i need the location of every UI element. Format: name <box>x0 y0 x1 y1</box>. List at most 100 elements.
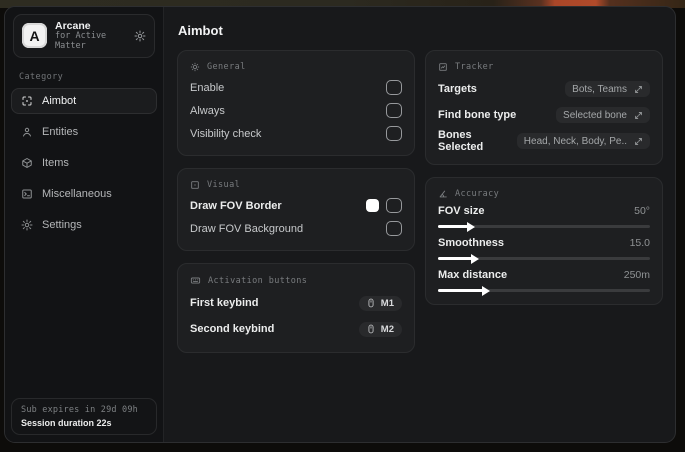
setting-row-draw-fov-border: Draw FOV Border <box>190 194 402 217</box>
smoothness-slider[interactable] <box>438 253 650 264</box>
visual-card: Visual Draw FOV Border Draw FOV Backgrou… <box>177 168 415 251</box>
slider-fill <box>438 221 475 232</box>
gear-icon <box>21 219 33 231</box>
keybind-value: M1 <box>380 297 394 309</box>
targets-select[interactable]: Bots, Teams <box>565 81 650 97</box>
brand-text: Arcane for Active Matter <box>55 20 126 52</box>
slider-value: 15.0 <box>629 237 650 249</box>
slider-thumb[interactable] <box>481 285 490 296</box>
mouse-icon <box>366 298 376 308</box>
list-icon <box>21 188 33 200</box>
sidebar-item-label: Items <box>42 156 69 169</box>
draw-fov-border-checkbox[interactable] <box>386 198 402 213</box>
slider-label: FOV size <box>438 205 485 217</box>
fov-size-slider[interactable] <box>438 221 650 232</box>
person-icon <box>21 126 33 138</box>
angle-icon <box>438 189 448 199</box>
frame-icon <box>190 180 200 190</box>
sidebar-item-label: Settings <box>42 218 82 231</box>
gear-icon[interactable] <box>134 30 146 42</box>
session-duration-text: Session duration 22s <box>21 418 112 428</box>
page-title: Aimbot <box>178 23 223 38</box>
enable-checkbox[interactable] <box>386 80 402 95</box>
slider-thumb[interactable] <box>470 253 479 264</box>
second-keybind-button[interactable]: M2 <box>358 321 402 337</box>
setting-row-visibility-check: Visibility check <box>190 122 402 145</box>
bones-selected-select[interactable]: Head, Neck, Body, Pe.. <box>516 133 650 149</box>
tracker-card-header: Tracker <box>438 62 650 72</box>
activation-card-header: Activation buttons <box>190 275 402 286</box>
setting-label: Enable <box>190 81 225 94</box>
section-title: Accuracy <box>455 189 500 199</box>
subscription-info-card: Sub expires in 29d 09h Session duration … <box>11 398 157 435</box>
tracker-row-bones-selected: Bones Selected Head, Neck, Body, Pe.. <box>438 128 650 154</box>
first-keybind-button[interactable]: M1 <box>358 295 402 311</box>
tracker-label: Targets <box>438 83 477 95</box>
chart-icon <box>438 62 448 72</box>
sidebar-item-items[interactable]: Items <box>11 150 157 176</box>
bones-selected-value: Head, Neck, Body, Pe.. <box>523 135 627 147</box>
slider-max-distance: Max distance 250m <box>438 267 650 296</box>
slider-label: Smoothness <box>438 237 505 249</box>
slider-label: Max distance <box>438 269 508 281</box>
sidebar-item-label: Entities <box>42 125 79 138</box>
activation-buttons-card: Activation buttons First keybind M1 Seco… <box>177 263 415 353</box>
sidebar-item-label: Aimbot <box>42 94 77 107</box>
tracker-label: Find bone type <box>438 109 517 121</box>
arcane-menu-window: A Arcane for Active Matter Category Aimb… <box>4 6 676 443</box>
brand-card: A Arcane for Active Matter <box>13 14 155 58</box>
sun-icon <box>190 62 200 72</box>
tracker-row-find-bone-type: Find bone type Selected bone <box>438 102 650 128</box>
find-bone-type-select[interactable]: Selected bone <box>556 107 650 123</box>
section-title: General <box>207 62 246 72</box>
slider-thumb[interactable] <box>466 221 475 232</box>
slider-value: 50° <box>634 205 650 217</box>
general-card: General Enable Always Visibility check <box>177 50 415 156</box>
setting-label: Draw FOV Border <box>190 199 282 212</box>
setting-label: Draw FOV Background <box>190 222 304 235</box>
sidebar-item-miscellaneous[interactable]: Miscellaneous <box>11 181 157 207</box>
general-card-header: General <box>190 62 402 72</box>
tracker-row-targets: Targets Bots, Teams <box>438 76 650 102</box>
keybind-label: First keybind <box>190 297 259 309</box>
setting-label: Always <box>190 104 225 117</box>
app-subtitle: for Active Matter <box>55 31 107 51</box>
keybind-label: Second keybind <box>190 323 275 335</box>
tracker-card: Tracker Targets Bots, Teams Find bone ty… <box>425 50 663 165</box>
setting-row-draw-fov-background: Draw FOV Background <box>190 217 402 240</box>
sidebar-item-label: Miscellaneous <box>42 187 112 200</box>
accuracy-card-header: Accuracy <box>438 189 650 199</box>
keyboard-icon <box>190 275 201 286</box>
draw-fov-background-checkbox[interactable] <box>386 221 402 236</box>
sidebar: A Arcane for Active Matter Category Aimb… <box>5 7 164 442</box>
slider-value: 250m <box>623 269 650 281</box>
accuracy-card: Accuracy FOV size 50° Smoothness 15.0 Ma… <box>425 177 663 305</box>
sidebar-nav: Aimbot Entities Items Miscellaneous Sett… <box>5 87 163 238</box>
sidebar-item-entities[interactable]: Entities <box>11 119 157 145</box>
always-checkbox[interactable] <box>386 103 402 118</box>
fov-border-color-swatch[interactable] <box>366 199 379 212</box>
left-column: General Enable Always Visibility check V… <box>177 50 415 353</box>
keybind-row-first: First keybind M1 <box>190 290 402 316</box>
expand-icon <box>634 111 643 120</box>
slider-fov-size: FOV size 50° <box>438 203 650 232</box>
setting-row-always: Always <box>190 99 402 122</box>
section-title: Visual <box>207 180 241 190</box>
crosshair-scan-icon <box>21 95 33 107</box>
slider-smoothness: Smoothness 15.0 <box>438 235 650 264</box>
right-column: Tracker Targets Bots, Teams Find bone ty… <box>425 50 663 353</box>
setting-row-enable: Enable <box>190 76 402 99</box>
sidebar-item-settings[interactable]: Settings <box>11 212 157 238</box>
expand-icon <box>634 85 643 94</box>
expand-icon <box>634 137 643 146</box>
cube-icon <box>21 157 33 169</box>
keybind-row-second: Second keybind M2 <box>190 316 402 342</box>
main-content: Aimbot General Enable Always Visibility … <box>164 7 675 442</box>
tracker-label: Bones Selected <box>438 129 484 153</box>
targets-value: Bots, Teams <box>572 83 627 95</box>
max-distance-slider[interactable] <box>438 285 650 296</box>
visibility-check-checkbox[interactable] <box>386 126 402 141</box>
sidebar-item-aimbot[interactable]: Aimbot <box>11 87 157 114</box>
setting-label: Visibility check <box>190 127 262 140</box>
keybind-value: M2 <box>380 323 394 335</box>
